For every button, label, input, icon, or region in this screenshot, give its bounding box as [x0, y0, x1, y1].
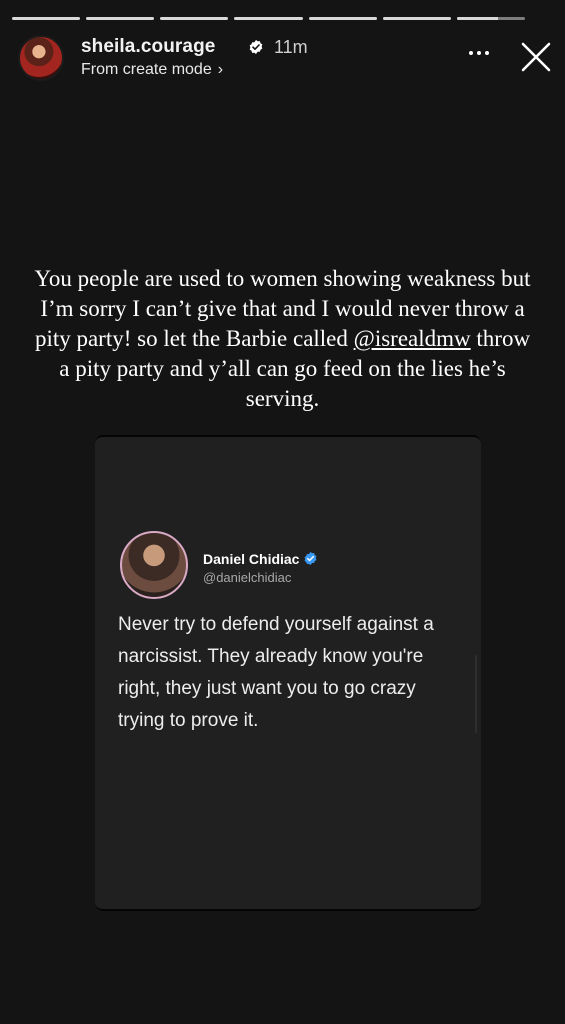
progress-segment [160, 17, 229, 20]
post-time: 11m [274, 37, 308, 57]
tweet-author-handle: @danielchidiac [203, 570, 292, 585]
tweet-author-name: Daniel Chidiac [203, 551, 300, 567]
progress-segment [12, 17, 81, 20]
story-caption: You people are used to women showing wea… [30, 264, 535, 414]
avatar[interactable] [18, 35, 64, 81]
create-mode-label: From create mode [81, 61, 212, 78]
progress-segment [234, 17, 303, 20]
more-options-icon-dot [485, 51, 489, 55]
progress-segment [382, 17, 451, 20]
more-options-icon-dot [477, 51, 481, 55]
tweet-author-avatar [120, 531, 188, 599]
verified-badge-icon [304, 551, 317, 566]
story-viewer[interactable]: sheila.courage 11m From create mode › You… [0, 0, 565, 1024]
scroll-indicator [475, 655, 477, 733]
more-options-icon [469, 51, 473, 55]
more-options-button[interactable] [464, 43, 494, 63]
username[interactable]: sheila.courage [81, 36, 215, 58]
story-progress-bar [12, 17, 525, 20]
progress-segment [456, 17, 525, 20]
progress-segment [86, 17, 155, 20]
close-icon[interactable] [518, 39, 554, 75]
story-header: sheila.courage 11m From create mode › [18, 33, 551, 85]
create-mode-link[interactable]: From create mode › [81, 61, 223, 79]
mention-link[interactable]: @isrealdmw [354, 326, 471, 351]
verified-badge-icon [249, 40, 263, 54]
progress-segment [308, 17, 377, 20]
chevron-right-icon: › [217, 61, 224, 78]
tweet-card: Daniel Chidiac @danielchidiac Never try … [95, 435, 481, 911]
tweet-text: Never try to defend yourself against a n… [118, 614, 434, 731]
